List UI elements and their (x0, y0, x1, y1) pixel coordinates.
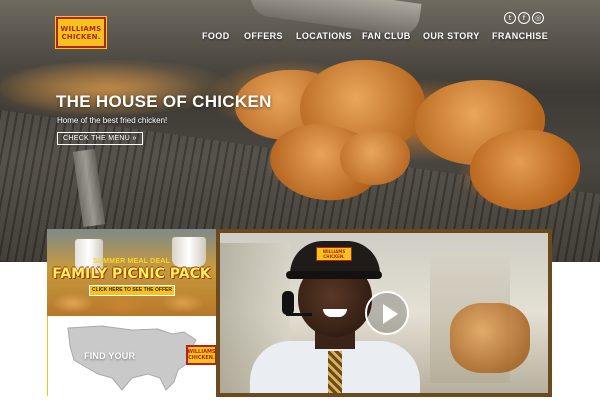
nav-franchise[interactable]: FRANCHISE (492, 31, 548, 41)
site-logo[interactable]: WILLIAMS CHICKEN. (56, 17, 106, 48)
nav-locations[interactable]: LOCATIONS (296, 31, 352, 41)
finder-logo: WILLIAMS CHICKEN. (186, 345, 216, 365)
hero-banner: WILLIAMS CHICKEN. FOOD OFFERS LOCATIONS … (0, 0, 600, 262)
twitter-icon[interactable]: t (504, 12, 516, 24)
microphone-boom (286, 313, 312, 316)
nav-food[interactable]: FOOD (202, 31, 230, 41)
hero-title: THE HOUSE OF CHICKEN (56, 92, 272, 111)
check-menu-button[interactable]: CHECK THE MENU » (57, 132, 143, 145)
finder-logo-line2: CHICKEN. (188, 355, 215, 361)
cap-logo: WILLIAMS CHICKEN. (316, 247, 352, 261)
promo-family-picnic-pack[interactable]: SUMMER MEAL DEAL FAMILY PICNIC PACK CLIC… (47, 229, 216, 316)
promo-deal-label: SUMMER MEAL DEAL (93, 258, 170, 265)
headset-icon (282, 291, 294, 315)
cap-brim (286, 271, 382, 279)
nav-offers[interactable]: OFFERS (244, 31, 283, 41)
play-button[interactable] (365, 291, 409, 335)
video-player[interactable]: WILLIAMS CHICKEN. (216, 229, 552, 397)
logo-text-line2: CHICKEN. (61, 32, 101, 41)
play-icon (383, 304, 398, 324)
store-locator-tile[interactable]: FIND YOUR WILLIAMS CHICKEN. (47, 316, 216, 396)
promo-title: FAMILY PICNIC PACK (52, 266, 211, 282)
see-offer-button[interactable]: CLICK HERE TO SEE THE OFFER (89, 285, 175, 296)
find-your-label: FIND YOUR (84, 351, 136, 361)
hero-subtitle: Home of the best fried chicken! (57, 116, 168, 125)
nav-our-story[interactable]: OUR STORY (423, 31, 480, 41)
chicken-piece (450, 303, 530, 373)
facebook-icon[interactable]: f (518, 12, 530, 24)
employee-tie (328, 351, 342, 393)
nav-fan-club[interactable]: FAN CLUB (362, 31, 411, 41)
logo-text-line1: WILLIAMS (60, 24, 102, 33)
cap-logo-line2: CHICKEN. (323, 254, 345, 259)
instagram-icon[interactable]: ◎ (532, 12, 544, 24)
